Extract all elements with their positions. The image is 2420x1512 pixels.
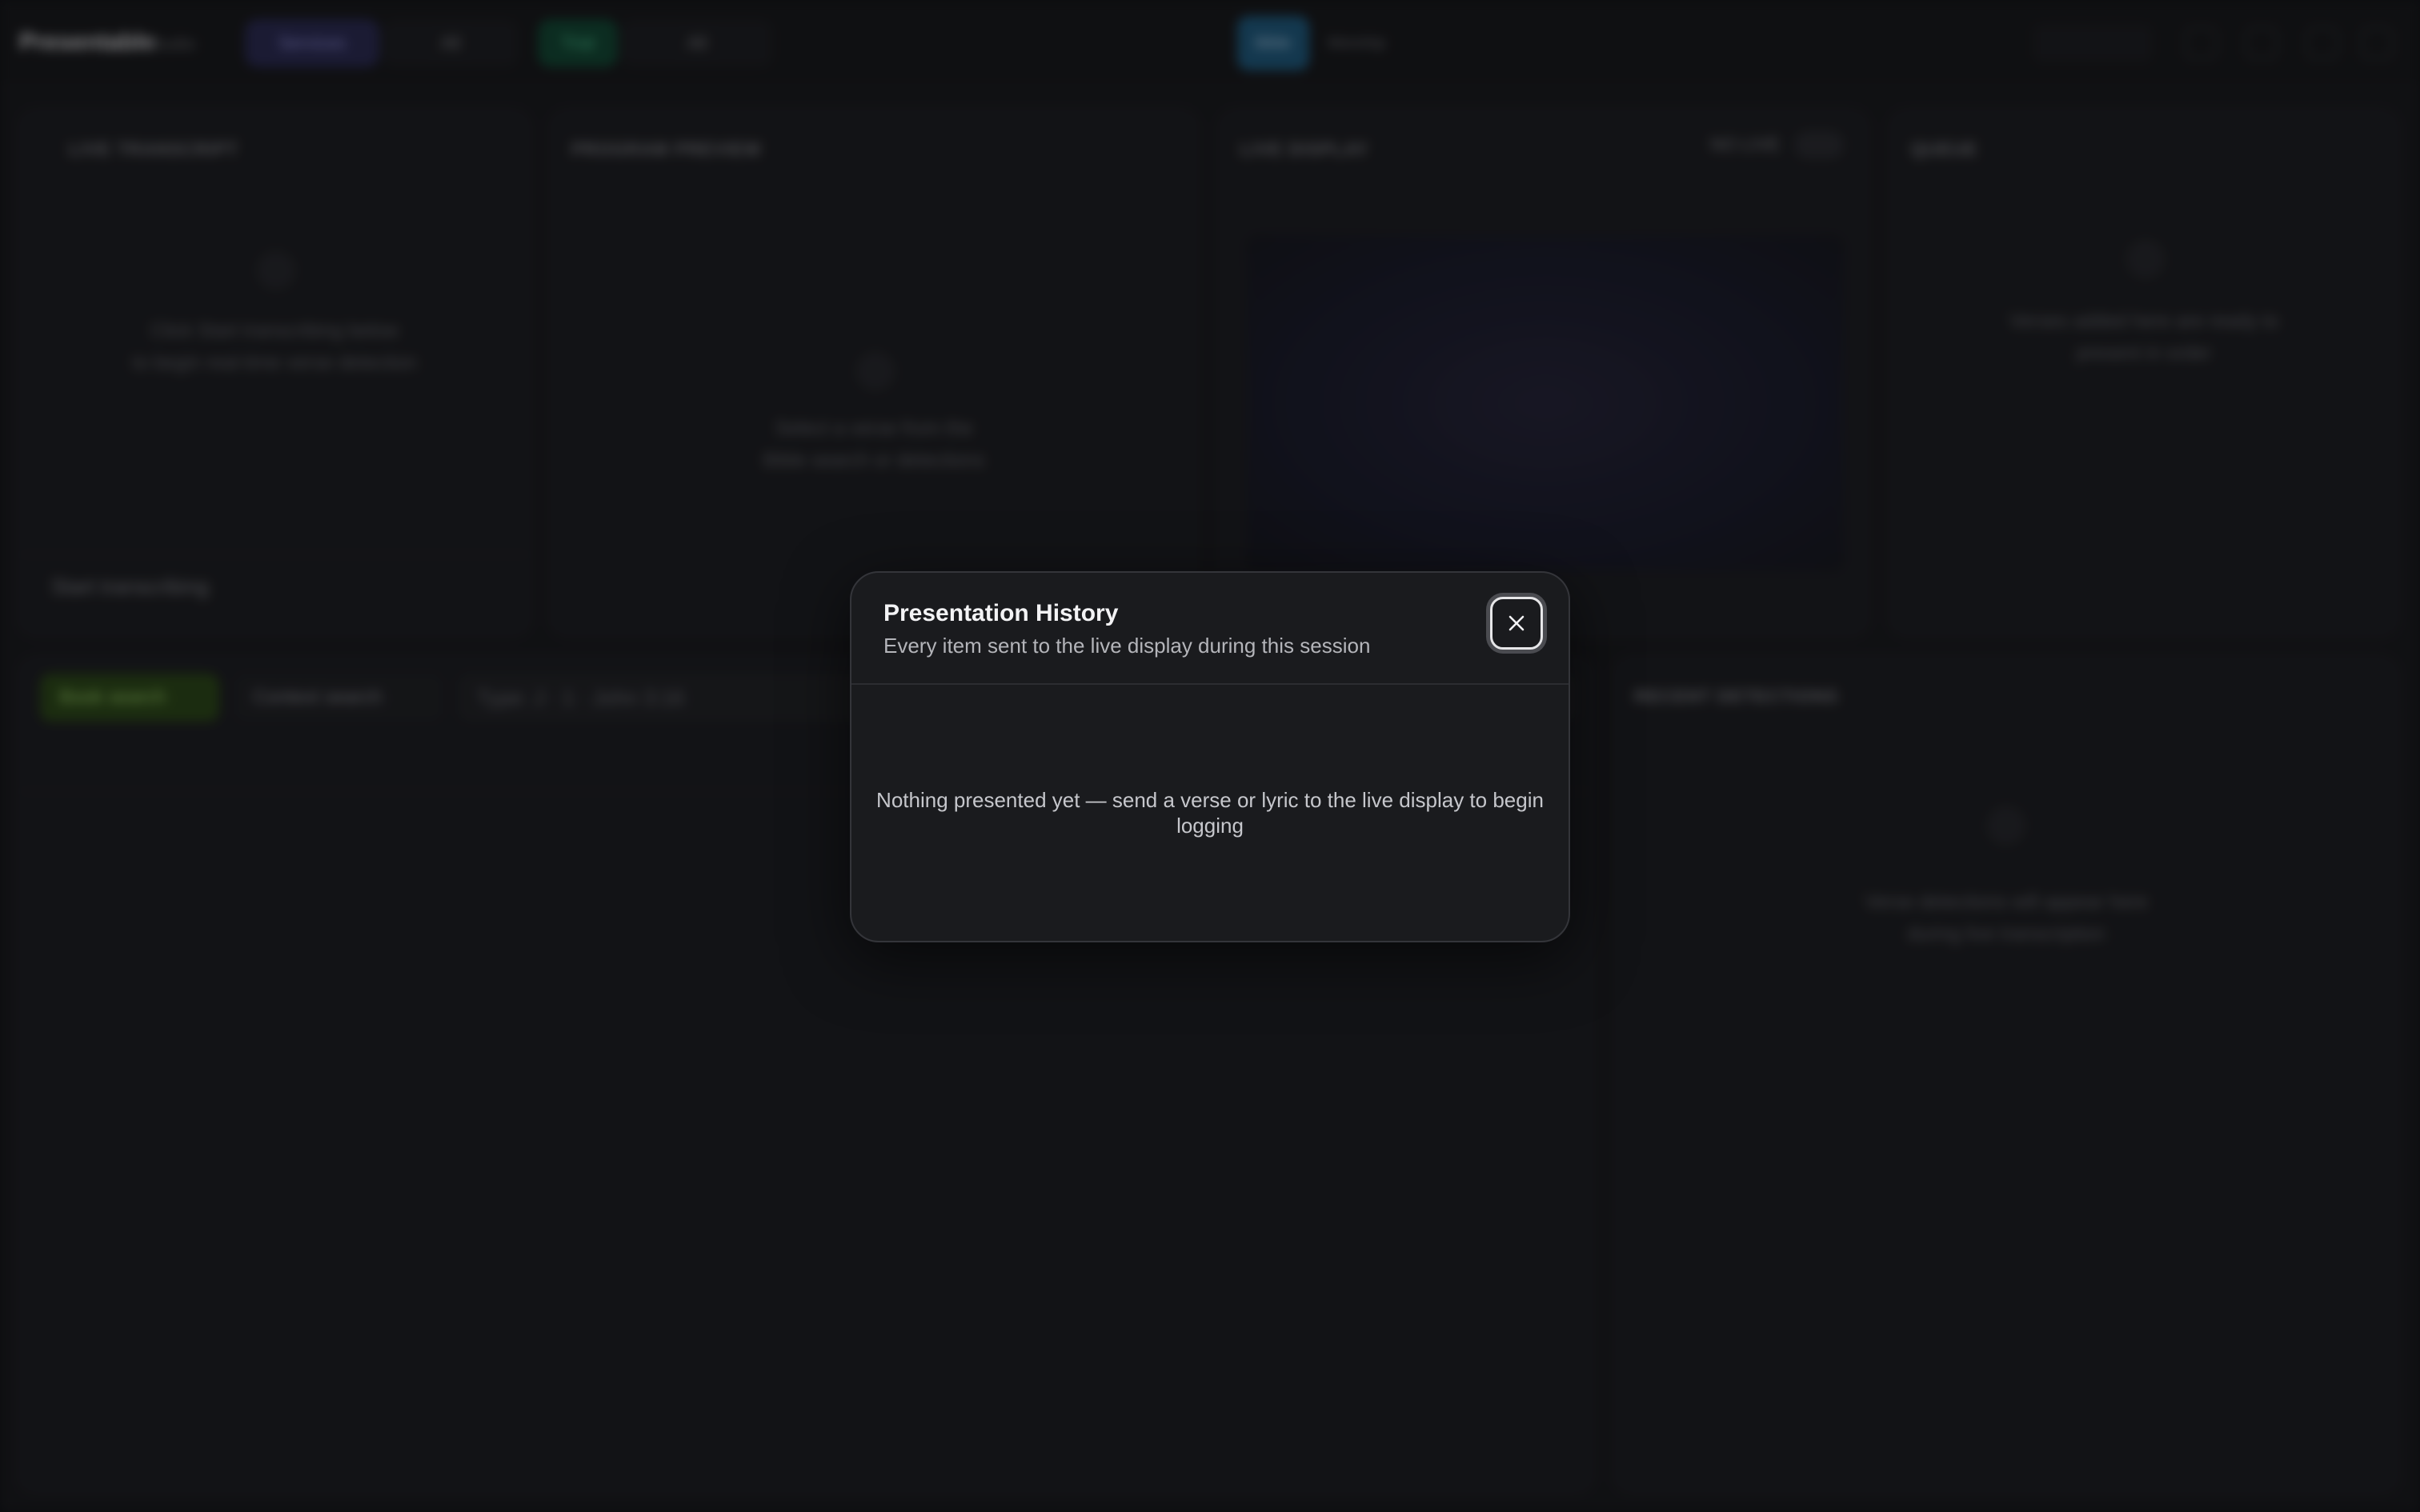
close-button[interactable] [1490, 597, 1543, 650]
presentation-history-dialog: Presentation History Every item sent to … [850, 571, 1570, 942]
dialog-header: Presentation History Every item sent to … [851, 573, 1569, 685]
close-icon [1508, 615, 1525, 631]
dialog-subtitle: Every item sent to the live display duri… [883, 634, 1371, 658]
empty-state-message: Nothing presented yet — send a verse or … [876, 788, 1544, 838]
dialog-title: Presentation History [883, 600, 1119, 626]
